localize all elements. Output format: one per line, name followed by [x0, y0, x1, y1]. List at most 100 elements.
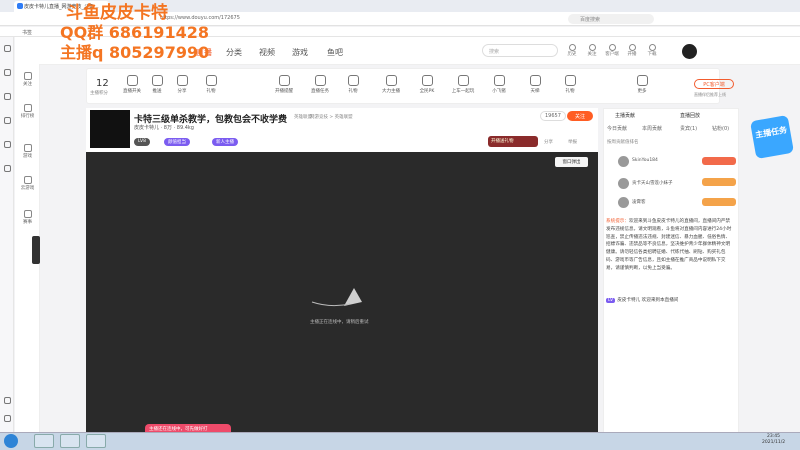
camera-icon	[628, 44, 636, 51]
tool-pk[interactable]: 全民PK	[415, 75, 439, 94]
tool-gift-2[interactable]: 礼物	[341, 75, 365, 94]
tool-power-anchor[interactable]: 大力主播	[379, 75, 403, 94]
collapse-handle[interactable]	[32, 236, 40, 264]
system-clock: 23:45 2021/11/2	[762, 434, 786, 445]
heart-icon	[588, 44, 596, 51]
browser-search-box[interactable]: 百度搜索	[568, 14, 654, 24]
settings-icon[interactable]	[4, 415, 11, 422]
anchor-avatar[interactable]	[90, 110, 130, 148]
header-download[interactable]: 下载	[642, 44, 662, 57]
download-icon[interactable]	[4, 93, 11, 100]
shark-fin-icon	[311, 288, 362, 307]
user-avatar[interactable]	[682, 44, 697, 59]
rank-badge	[702, 178, 736, 186]
nav-category[interactable]: 分类	[226, 47, 242, 58]
fist-icon	[385, 75, 397, 86]
tag-beauty[interactable]: 颜值担当	[164, 138, 190, 146]
nav-video[interactable]: 视频	[259, 47, 275, 58]
add-icon[interactable]	[4, 397, 11, 404]
tool-more[interactable]: 更多	[630, 75, 654, 94]
more-icon	[636, 75, 648, 86]
cup-icon	[23, 210, 32, 218]
pig-icon	[493, 75, 505, 86]
app-task-icon[interactable]	[86, 434, 106, 448]
tab-week[interactable]: 本周贡献	[642, 125, 662, 132]
tool-task[interactable]: 直播任务	[308, 75, 332, 94]
site-favicon-icon	[17, 3, 23, 9]
tab-vip[interactable]: 贵宾(1)	[680, 125, 697, 132]
browser-sidebar	[0, 37, 14, 432]
game-task-icon[interactable]	[60, 434, 80, 448]
tool-gift-3[interactable]: 礼物	[558, 75, 582, 94]
nav-yuba[interactable]: 鱼吧	[327, 47, 343, 58]
watermark-line3: 主播q 805297990	[60, 43, 210, 62]
gauge-icon	[529, 75, 541, 86]
tool-share[interactable]: 分享	[170, 75, 194, 94]
tool-push[interactable]: 推送	[145, 75, 169, 94]
tag-new-anchor[interactable]: 新人主播	[212, 138, 238, 146]
gift-icon	[564, 75, 576, 86]
gift-icon	[205, 75, 217, 86]
monitor-icon	[608, 44, 616, 51]
room-meta[interactable]: 网游竞技 > 英雄联盟	[310, 114, 353, 120]
os-taskbar	[0, 432, 800, 450]
site-search-input[interactable]: 搜索	[482, 44, 558, 57]
shield-icon	[421, 75, 433, 86]
pc-client-sub: 直播伴侣推荐上线	[694, 92, 726, 97]
anchor-level: 12	[96, 78, 109, 89]
weight: 89.4kg	[176, 125, 194, 131]
tool-carpool[interactable]: 上车一起玩	[451, 75, 475, 94]
leftnav-events[interactable]: 赛事	[15, 210, 40, 225]
windows-start-icon[interactable]	[4, 434, 18, 448]
gift-icon	[347, 75, 359, 86]
tab-diamond[interactable]: 钻粉(0)	[712, 125, 729, 132]
notes-icon[interactable]	[4, 117, 11, 124]
cloud-icon	[23, 176, 32, 184]
browser-task-icon[interactable]	[34, 434, 54, 448]
leftnav-game[interactable]: 游戏	[15, 144, 40, 159]
star-icon[interactable]	[4, 45, 11, 52]
mail-icon[interactable]	[4, 141, 11, 148]
user-avatar	[618, 197, 629, 208]
replay-header[interactable]: 直播回放	[680, 112, 700, 119]
bookmark-label[interactable]: 书签	[22, 30, 32, 36]
header-history[interactable]: 历史	[562, 44, 582, 57]
anchor-task-badge[interactable]: 主播任务	[749, 114, 795, 160]
user-avatar	[618, 156, 629, 167]
header-broadcast[interactable]: 开播	[622, 44, 642, 57]
tool-pig[interactable]: 小飞猪	[487, 75, 511, 94]
tool-ladder[interactable]: 天梯	[523, 75, 547, 94]
nav-game[interactable]: 游戏	[292, 47, 308, 58]
follow-button[interactable]: 关注	[567, 111, 593, 121]
tool-live-switch[interactable]: 直播开关	[120, 75, 144, 94]
header-client[interactable]: 客户端	[602, 44, 622, 57]
rank-hint: 按周贡献值排名	[607, 140, 639, 145]
gift-banner[interactable]: 开播送礼物	[488, 136, 538, 147]
pc-client-button[interactable]: PC客户端	[694, 79, 734, 89]
rank-badge	[702, 157, 736, 165]
contribution-header[interactable]: 主播贡献	[615, 112, 635, 119]
leftnav-follow[interactable]: 关注	[15, 72, 40, 87]
system-message: 系统提示：欢迎来到斗鱼皮皮卡特儿的直播间，直播间内严禁发布违规信息，请文明观看，…	[606, 219, 732, 271]
share-icon	[176, 75, 188, 86]
welcome-message: LV 皮皮卡特儿 欢迎来到本直播间	[606, 298, 679, 303]
history-icon[interactable]	[4, 69, 11, 76]
gamepad-icon	[23, 144, 32, 152]
header-follow[interactable]: 关注	[582, 44, 602, 57]
leftnav-cloud-game[interactable]: 云游戏	[15, 176, 40, 191]
popout-button[interactable]: 窗口弹出	[555, 157, 588, 167]
anchor-level-label: 主播积分	[90, 91, 108, 96]
tool-reminder[interactable]: 开播提醒	[272, 75, 296, 94]
leftnav-rank[interactable]: 排行榜	[15, 104, 40, 119]
alarm-icon	[278, 75, 290, 86]
share-button[interactable]: 分享	[544, 139, 553, 145]
report-button[interactable]: 举报	[568, 139, 577, 145]
hot-count: 19657	[540, 111, 566, 121]
rank-badge	[702, 198, 736, 206]
tab-today[interactable]: 今日贡献	[607, 125, 627, 132]
offline-text: 主播正在连线中，请稍后重试	[310, 320, 369, 325]
trophy-icon	[23, 104, 32, 112]
games-icon[interactable]	[4, 165, 11, 172]
waveform-icon	[151, 75, 163, 86]
tool-gift[interactable]: 礼物	[199, 75, 223, 94]
